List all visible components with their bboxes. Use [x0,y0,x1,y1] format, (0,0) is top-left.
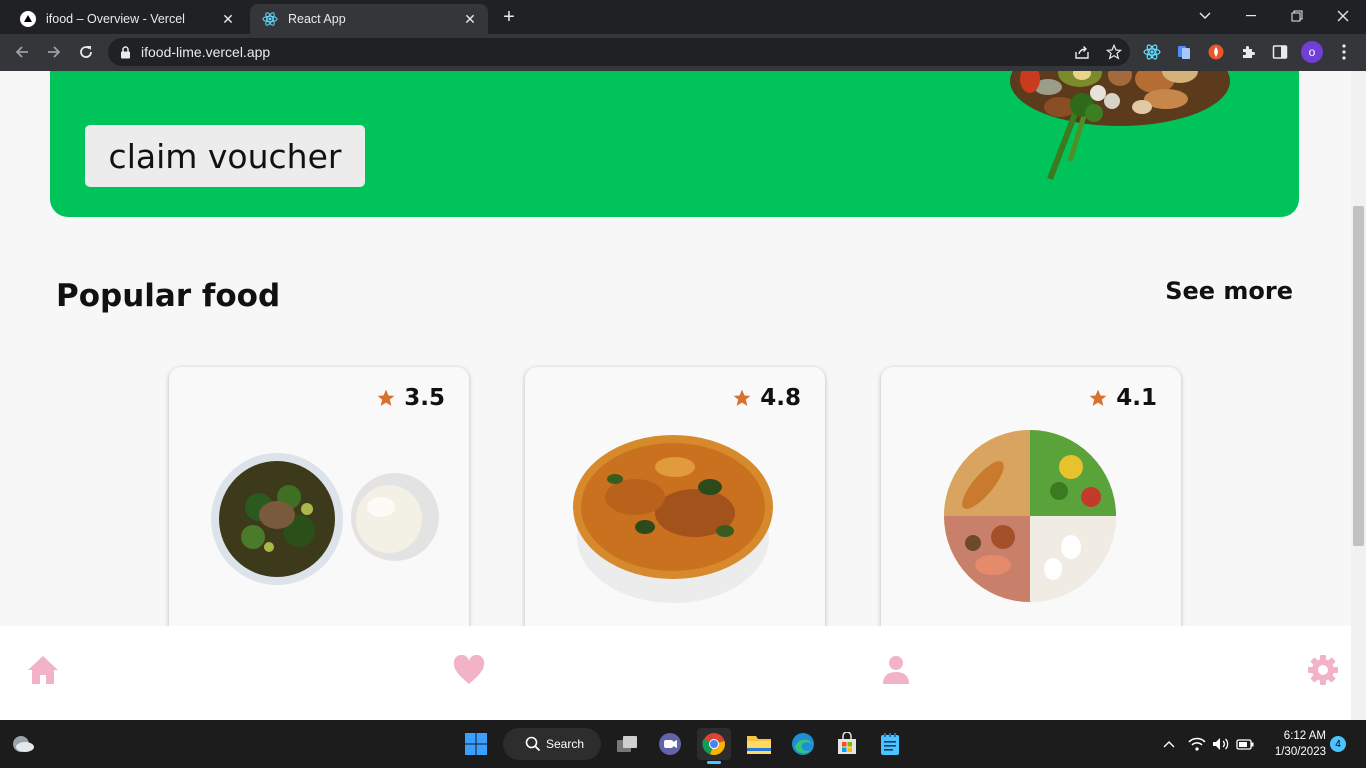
microsoft-store-icon[interactable] [830,728,864,760]
close-window-button[interactable] [1320,0,1366,32]
minimize-button[interactable] [1228,0,1274,32]
page-scrollbar[interactable] [1351,71,1366,720]
wifi-icon[interactable] [1186,730,1208,758]
edge-icon[interactable] [786,728,820,760]
promo-banner: claim voucher [50,71,1299,217]
profile-initial: o [1301,41,1323,63]
search-label: Search [546,737,585,751]
system-clock[interactable]: 6:12 AM 1/30/2023 [1262,728,1326,760]
lock-icon[interactable] [120,45,131,59]
see-more-link[interactable]: See more [1165,277,1293,305]
task-view-icon[interactable] [610,728,644,760]
browser-toolbar: ifood-lime.vercel.app o [0,34,1366,71]
volume-icon[interactable] [1210,730,1232,758]
star-icon [377,389,395,406]
settings-icon[interactable] [1305,652,1341,688]
rating: 4.1 [1088,385,1157,411]
tab-title: ifood – Overview - Vercel [46,12,185,26]
tab-react-app[interactable]: React App ✕ [250,4,488,34]
tab-ifood-vercel[interactable]: ifood – Overview - Vercel ✕ [8,4,246,34]
taskbar-search[interactable]: Search [503,728,601,760]
rating-value: 4.8 [760,385,801,411]
extension-fire-icon[interactable] [1202,38,1230,66]
teams-chat-icon[interactable] [653,728,687,760]
scrollbar-thumb[interactable] [1353,206,1364,546]
active-indicator [707,761,721,764]
food-card[interactable]: 4.8 [525,367,825,657]
file-explorer-icon[interactable] [742,728,776,760]
reload-icon[interactable] [72,38,100,66]
restore-button[interactable] [1274,0,1320,32]
new-tab-button[interactable]: + [498,6,520,28]
chrome-menu-icon[interactable] [1330,38,1358,66]
claim-voucher-button[interactable]: claim voucher [85,125,365,187]
vercel-icon [20,11,36,27]
user-icon[interactable] [878,652,914,688]
okra-soup-image [211,453,439,585]
pepper-soup-image [573,435,773,603]
profile-avatar[interactable]: o [1298,38,1326,66]
browser-tab-strip: ifood – Overview - Vercel ✕ React App ✕ … [0,0,1366,34]
battery-icon[interactable] [1234,730,1256,758]
home-icon[interactable] [25,652,61,688]
tab-title: React App [288,12,346,26]
balanced-diet-image [944,430,1116,602]
section-title: Popular food [56,278,281,314]
search-icon [525,736,541,752]
rating-value: 3.5 [404,385,445,411]
page-viewport: claim voucher Popular food See more 3.5 … [0,71,1366,720]
notification-badge[interactable]: 4 [1330,736,1346,752]
chevron-up-icon[interactable] [1158,730,1180,758]
react-icon [262,11,278,27]
food-card[interactable]: 4.1 [881,367,1181,657]
star-icon [1089,389,1107,406]
back-icon[interactable] [8,38,36,66]
share-icon[interactable] [1066,38,1098,66]
windows-taskbar: Search 6:12 AM 1/30/2023 4 [0,720,1366,768]
start-icon[interactable] [459,728,493,760]
close-tab-icon[interactable]: ✕ [218,9,238,29]
side-panel-icon[interactable] [1266,38,1294,66]
clock-time: 6:12 AM [1283,730,1326,742]
notepad-icon[interactable] [873,728,907,760]
forward-icon[interactable] [40,38,68,66]
url-text: ifood-lime.vercel.app [141,44,271,60]
weather-icon[interactable] [6,728,40,760]
rating: 3.5 [376,385,445,411]
bookmark-star-icon[interactable] [1098,38,1130,66]
rating-value: 4.1 [1116,385,1157,411]
vegetables-image [1010,71,1230,181]
extension-docs-icon[interactable] [1170,38,1198,66]
star-icon [733,389,751,406]
rating: 4.8 [732,385,801,411]
address-bar[interactable]: ifood-lime.vercel.app [108,38,1130,66]
react-devtools-icon[interactable] [1138,38,1166,66]
chrome-taskbar-icon[interactable] [697,728,731,764]
tab-search-icon[interactable] [1182,0,1228,32]
extensions-puzzle-icon[interactable] [1234,38,1262,66]
clock-date: 1/30/2023 [1274,746,1326,758]
food-card[interactable]: 3.5 [169,367,469,657]
bottom-navigation [0,626,1366,720]
close-tab-icon[interactable]: ✕ [460,9,480,29]
heart-icon[interactable] [451,652,487,688]
